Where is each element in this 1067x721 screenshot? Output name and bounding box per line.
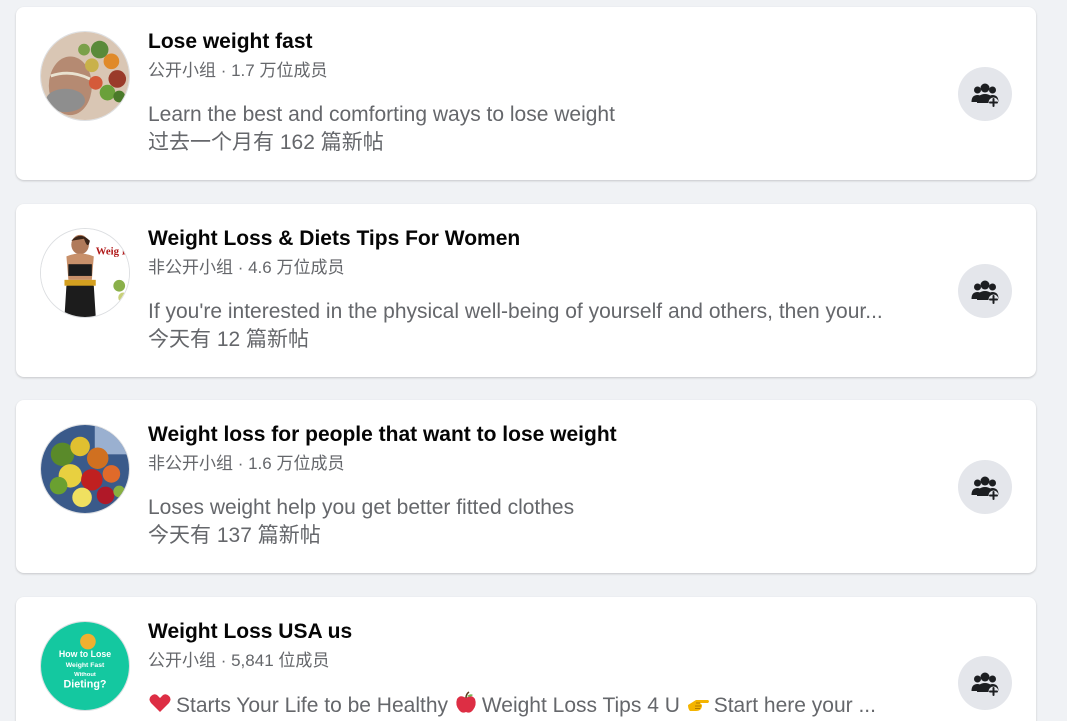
avatar-text-line: How to Lose (59, 649, 111, 659)
group-meta: 非公开小组 · 1.6 万位成员 (148, 454, 345, 473)
red-apple-icon (454, 691, 478, 715)
avatar-text: Weig Fo (96, 245, 129, 257)
pointing-hand-icon (686, 691, 710, 715)
group-title[interactable]: Weight loss for people that want to lose… (148, 420, 948, 450)
avatar-text-line: Weight Fast (66, 662, 105, 669)
group-post-activity: 今天有 137 篇新帖 (148, 524, 321, 547)
group-title[interactable]: Weight Loss USA us (148, 617, 948, 647)
group-post-activity: 过去一个月有 162 篇新帖 (148, 131, 384, 154)
join-group-button[interactable] (958, 264, 1012, 318)
group-card: How to Lose Weight Fast Without Dieting?… (16, 597, 1036, 721)
group-avatar[interactable] (40, 424, 130, 514)
group-info: Lose weight fast 公开小组 · 1.7 万位成员 Learn t… (148, 27, 948, 157)
join-group-button[interactable] (958, 67, 1012, 121)
group-description: Loses weight help you get better fitted … (148, 496, 575, 519)
group-title[interactable]: Lose weight fast (148, 27, 948, 57)
group-card: Lose weight fast 公开小组 · 1.7 万位成员 Learn t… (16, 7, 1036, 180)
how-to-lose-weight-avatar: How to Lose Weight Fast Without Dieting? (41, 622, 129, 710)
avatar-text-line: Dieting? (64, 679, 107, 691)
group-avatar[interactable]: How to Lose Weight Fast Without Dieting? (40, 621, 130, 711)
join-group-icon (971, 672, 999, 697)
description-text: Start here your ... (713, 694, 876, 717)
red-heart-icon (148, 691, 172, 715)
group-description: If you're interested in the physical wel… (148, 300, 883, 323)
group-info: Weight Loss USA us 公开小组 · 5,841 位成员 Star… (148, 617, 948, 720)
description-text: Starts Your Life to be Healthy (176, 694, 454, 717)
group-info: Weight loss for people that want to lose… (148, 420, 948, 550)
fruit-plate-avatar (41, 425, 129, 513)
group-results-list: Lose weight fast 公开小组 · 1.7 万位成员 Learn t… (0, 0, 1067, 721)
group-title[interactable]: Weight Loss & Diets Tips For Women (148, 224, 948, 254)
join-group-button[interactable] (958, 460, 1012, 514)
group-card: Weig Fo Weight Loss & Diets Tips For Wom… (16, 204, 1036, 377)
description-text: Weight Loss Tips 4 U (481, 694, 686, 717)
group-post-activity: 今天有 12 篇新帖 (148, 328, 310, 351)
group-meta: 公开小组 · 5,841 位成员 (148, 651, 330, 670)
group-meta: 公开小组 · 1.7 万位成员 (148, 61, 328, 80)
group-description: Learn the best and comforting ways to lo… (148, 103, 615, 126)
group-description: Starts Your Life to be Healthy Weight Lo… (148, 691, 943, 720)
join-group-icon (971, 280, 999, 305)
avatar-text-line: Without (74, 672, 96, 678)
join-group-icon (971, 83, 999, 108)
join-group-button[interactable] (958, 656, 1012, 710)
group-avatar[interactable]: Weig Fo (40, 228, 130, 318)
group-avatar[interactable] (40, 31, 130, 121)
healthy-food-avatar (41, 32, 129, 120)
group-card: Weight loss for people that want to lose… (16, 400, 1036, 573)
woman-measuring-waist-avatar: Weig Fo (41, 229, 129, 317)
group-meta: 非公开小组 · 4.6 万位成员 (148, 258, 345, 277)
group-info: Weight Loss & Diets Tips For Women 非公开小组… (148, 224, 948, 354)
join-group-icon (971, 476, 999, 501)
